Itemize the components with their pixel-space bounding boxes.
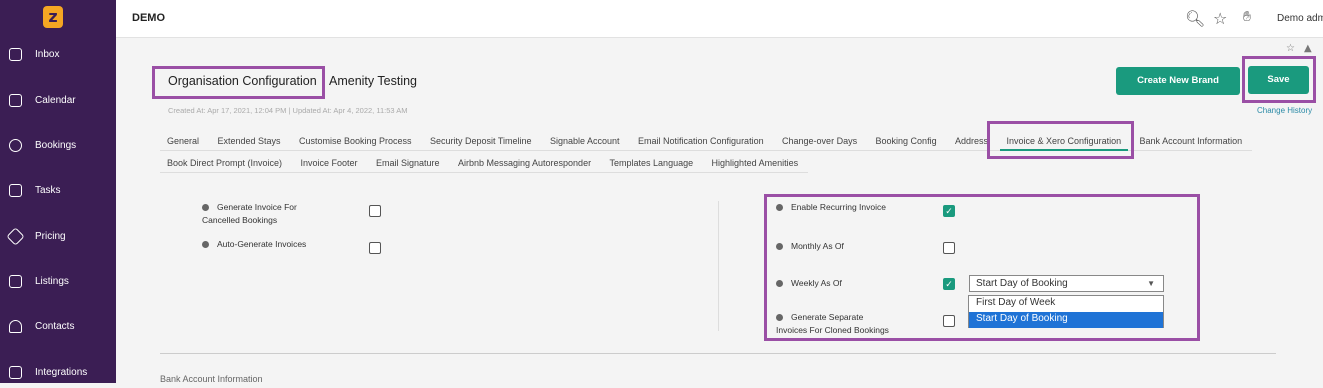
field-label: Monthly As Of <box>776 240 844 253</box>
page-subtitle: Amenity Testing <box>329 74 418 88</box>
bookings-icon <box>9 139 22 152</box>
tab-booking-config[interactable]: Booking Config <box>869 133 944 149</box>
field-label: Enable Recurring Invoice <box>776 201 886 214</box>
hand-icon[interactable]: ✋︎ <box>1243 9 1251 25</box>
field-label: Weekly As Of <box>776 277 842 290</box>
sidebar-item-label: Inbox <box>35 49 60 60</box>
brand-name: DEMO <box>132 12 165 24</box>
logo-icon[interactable]: z <box>43 6 63 28</box>
sidebar: z Inbox Calendar Bookings Tasks Pricing … <box>0 0 116 383</box>
search-icon[interactable]: 🔍︎ <box>1185 9 1205 28</box>
section-divider <box>160 353 1276 354</box>
sidebar-item-label: Integrations <box>35 367 88 378</box>
generate-separate-invoices-checkbox[interactable] <box>943 315 955 327</box>
tab-book-direct-prompt[interactable]: Book Direct Prompt (Invoice) <box>160 155 289 171</box>
info-icon <box>202 241 209 249</box>
sidebar-item-label: Calendar <box>35 95 76 106</box>
sidebar-item-label: Tasks <box>35 185 61 196</box>
home-icon <box>9 275 22 288</box>
info-icon <box>776 204 783 212</box>
sidebar-item-integrations[interactable]: Integrations <box>0 358 116 388</box>
info-icon <box>776 243 783 251</box>
dropdown-option-selected[interactable]: Start Day of Booking <box>969 312 1163 328</box>
sidebar-item-label: Pricing <box>35 231 66 242</box>
tab-email-notification-configuration[interactable]: Email Notification Configuration <box>631 133 771 149</box>
generate-invoice-cancelled-checkbox[interactable] <box>369 205 381 217</box>
tab-security-deposit-timeline[interactable]: Security Deposit Timeline <box>423 133 539 149</box>
tab-invoice-footer[interactable]: Invoice Footer <box>294 155 365 171</box>
tab-row: Book Direct Prompt (Invoice) Invoice Foo… <box>160 153 808 173</box>
calendar-icon <box>9 94 22 107</box>
tasks-icon <box>9 184 22 197</box>
tab-customise-booking-process[interactable]: Customise Booking Process <box>292 133 419 149</box>
sidebar-item-label: Bookings <box>35 140 77 151</box>
pin-icon[interactable]: ▲ <box>1304 43 1312 54</box>
dropdown-option[interactable]: First Day of Week <box>969 296 1163 312</box>
tab-general[interactable]: General <box>160 133 206 149</box>
tab-email-signature[interactable]: Email Signature <box>369 155 447 171</box>
enable-recurring-invoice-checkbox[interactable]: ✓ <box>943 205 955 217</box>
info-icon <box>776 314 783 322</box>
sidebar-item-label: Contacts <box>35 321 75 332</box>
sidebar-item-tasks[interactable]: Tasks <box>0 176 116 206</box>
tag-icon <box>6 227 25 246</box>
user-menu[interactable]: Demo admi <box>1277 13 1323 24</box>
tab-bank-account-information[interactable]: Bank Account Information <box>1133 133 1250 149</box>
weekly-as-of-dropdown: First Day of Week Start Day of Booking <box>968 295 1164 328</box>
monthly-as-of-checkbox[interactable] <box>943 242 955 254</box>
save-button[interactable]: Save <box>1248 66 1309 94</box>
tab-highlighted-amenities[interactable]: Highlighted Amenities <box>705 155 806 171</box>
create-new-brand-button[interactable]: Create New Brand <box>1116 67 1240 95</box>
tab-templates-language[interactable]: Templates Language <box>603 155 701 171</box>
caret-down-icon: ▼ <box>1147 279 1155 288</box>
star-icon[interactable]: ☆ <box>1213 9 1227 28</box>
info-icon <box>202 204 209 212</box>
weekly-as-of-checkbox[interactable]: ✓ <box>943 278 955 290</box>
sidebar-item-pricing[interactable]: Pricing <box>0 222 116 252</box>
main-content: ☆ ▲ Organisation Configuration Amenity T… <box>116 38 1323 384</box>
sidebar-item-listings[interactable]: Listings <box>0 267 116 297</box>
page-title: Organisation Configuration <box>168 74 317 88</box>
field-label: Generate Separate Invoices For Cloned Bo… <box>776 312 889 335</box>
inbox-icon <box>9 48 22 61</box>
person-icon <box>9 320 22 333</box>
info-icon <box>776 280 783 288</box>
select-value: Start Day of Booking <box>976 278 1068 289</box>
change-history-link[interactable]: Change History <box>1257 106 1312 115</box>
sidebar-item-label: Listings <box>35 276 69 287</box>
highlight-box <box>987 121 1134 159</box>
auto-generate-invoices-checkbox[interactable] <box>369 242 381 254</box>
timestamps: Created At: Apr 17, 2021, 12:04 PM | Upd… <box>168 106 408 115</box>
tab-airbnb-messaging-autoresponder[interactable]: Airbnb Messaging Autoresponder <box>451 155 598 171</box>
tab-signable-account[interactable]: Signable Account <box>543 133 627 149</box>
favorite-icon[interactable]: ☆ <box>1286 43 1295 54</box>
weekly-as-of-select[interactable]: Start Day of Booking ▼ <box>969 275 1164 292</box>
field-label: Generate Invoice For Cancelled Bookings <box>202 202 297 225</box>
tab-change-over-days[interactable]: Change-over Days <box>775 133 864 149</box>
column-divider <box>718 201 719 331</box>
tab-extended-stays[interactable]: Extended Stays <box>210 133 287 149</box>
sidebar-item-calendar[interactable]: Calendar <box>0 86 116 116</box>
top-bar: DEMO 🔍︎ ☆ ✋︎ Demo admi <box>116 0 1323 38</box>
sidebar-item-bookings[interactable]: Bookings <box>0 131 116 161</box>
field-label: Auto-Generate Invoices <box>202 238 306 251</box>
sidebar-item-contacts[interactable]: Contacts <box>0 312 116 342</box>
integrations-icon <box>9 366 22 379</box>
sidebar-item-inbox[interactable]: Inbox <box>0 40 116 70</box>
